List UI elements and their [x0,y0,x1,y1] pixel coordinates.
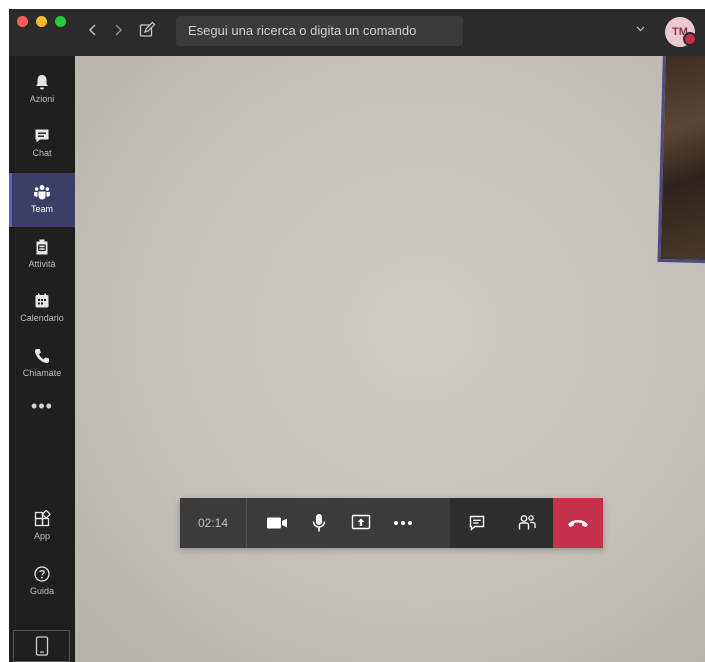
calendar-icon [35,293,49,308]
share-screen-button[interactable] [340,498,382,548]
participants-icon [518,515,536,530]
search-input[interactable]: Esegui una ricerca o digita un comando [176,16,463,46]
rail-item-attivita[interactable]: Attività [9,228,75,282]
camera-icon [267,517,287,529]
window-close-button[interactable] [17,16,28,27]
chevron-down-icon[interactable] [636,24,645,35]
video-stage: 02:14 [75,56,705,662]
assignments-icon [36,239,48,255]
rail-item-label: Chat [32,148,52,158]
chevron-left-icon [89,24,96,36]
rail-item-label: App [33,531,50,541]
rail-item-label: Attività [28,259,56,269]
help-icon [34,566,50,582]
back-button[interactable] [85,22,101,38]
hang-up-button[interactable] [553,498,603,548]
status-badge [683,32,697,46]
call-controls-bar: 02:14 [180,498,603,548]
rail-item-chiamate[interactable]: Chiamate [9,337,75,391]
call-panels-group [450,498,553,548]
device-button[interactable] [13,630,70,662]
rail-item-guida[interactable]: Guida [9,555,75,609]
apps-icon [34,510,51,527]
rail-item-label: Guida [29,586,55,596]
rail-item-app[interactable]: App [9,500,75,554]
chevron-right-icon [115,24,122,36]
compose-icon [139,21,156,37]
title-bar: Esegui una ricerca o digita un comando T… [9,9,705,56]
rail-item-chat[interactable]: Chat [9,117,75,171]
self-video-preview[interactable] [657,56,705,264]
mobile-phone-icon [35,636,49,656]
window-minimize-button[interactable] [36,16,47,27]
rail-item-label: Chiamate [22,368,62,378]
more-actions-button[interactable] [382,498,424,548]
share-screen-icon [351,514,371,530]
avatar[interactable]: TM [665,17,697,47]
show-conversation-button[interactable] [456,498,498,548]
window-maximize-button[interactable] [55,16,66,27]
rail-item-label: Calendario [20,313,64,323]
microphone-icon [312,514,326,532]
camera-toggle-button[interactable] [256,498,298,548]
rail-item-team[interactable]: Team [9,173,75,227]
show-participants-button[interactable] [506,498,548,548]
more-apps-button[interactable]: ••• [9,396,75,424]
more-icon [394,521,412,525]
rail-item-azioni[interactable]: Azioni [9,63,75,117]
call-duration: 02:14 [180,498,247,548]
phone-icon [35,349,49,363]
forward-button[interactable] [110,22,126,38]
chat-icon [469,515,485,532]
app-bar: Azioni Chat Team Attività Calendario Chi… [9,56,75,662]
hang-up-icon [568,520,588,527]
team-icon [34,185,50,200]
bell-icon [36,75,48,90]
microphone-toggle-button[interactable] [298,498,340,548]
rail-item-label: Team [30,204,53,214]
rail-item-label: Azioni [29,94,55,104]
teams-window: Esegui una ricerca o digita un comando T… [9,9,705,662]
chat-icon [35,129,49,143]
new-chat-button[interactable] [138,21,156,39]
rail-item-calendario[interactable]: Calendario [9,282,75,336]
